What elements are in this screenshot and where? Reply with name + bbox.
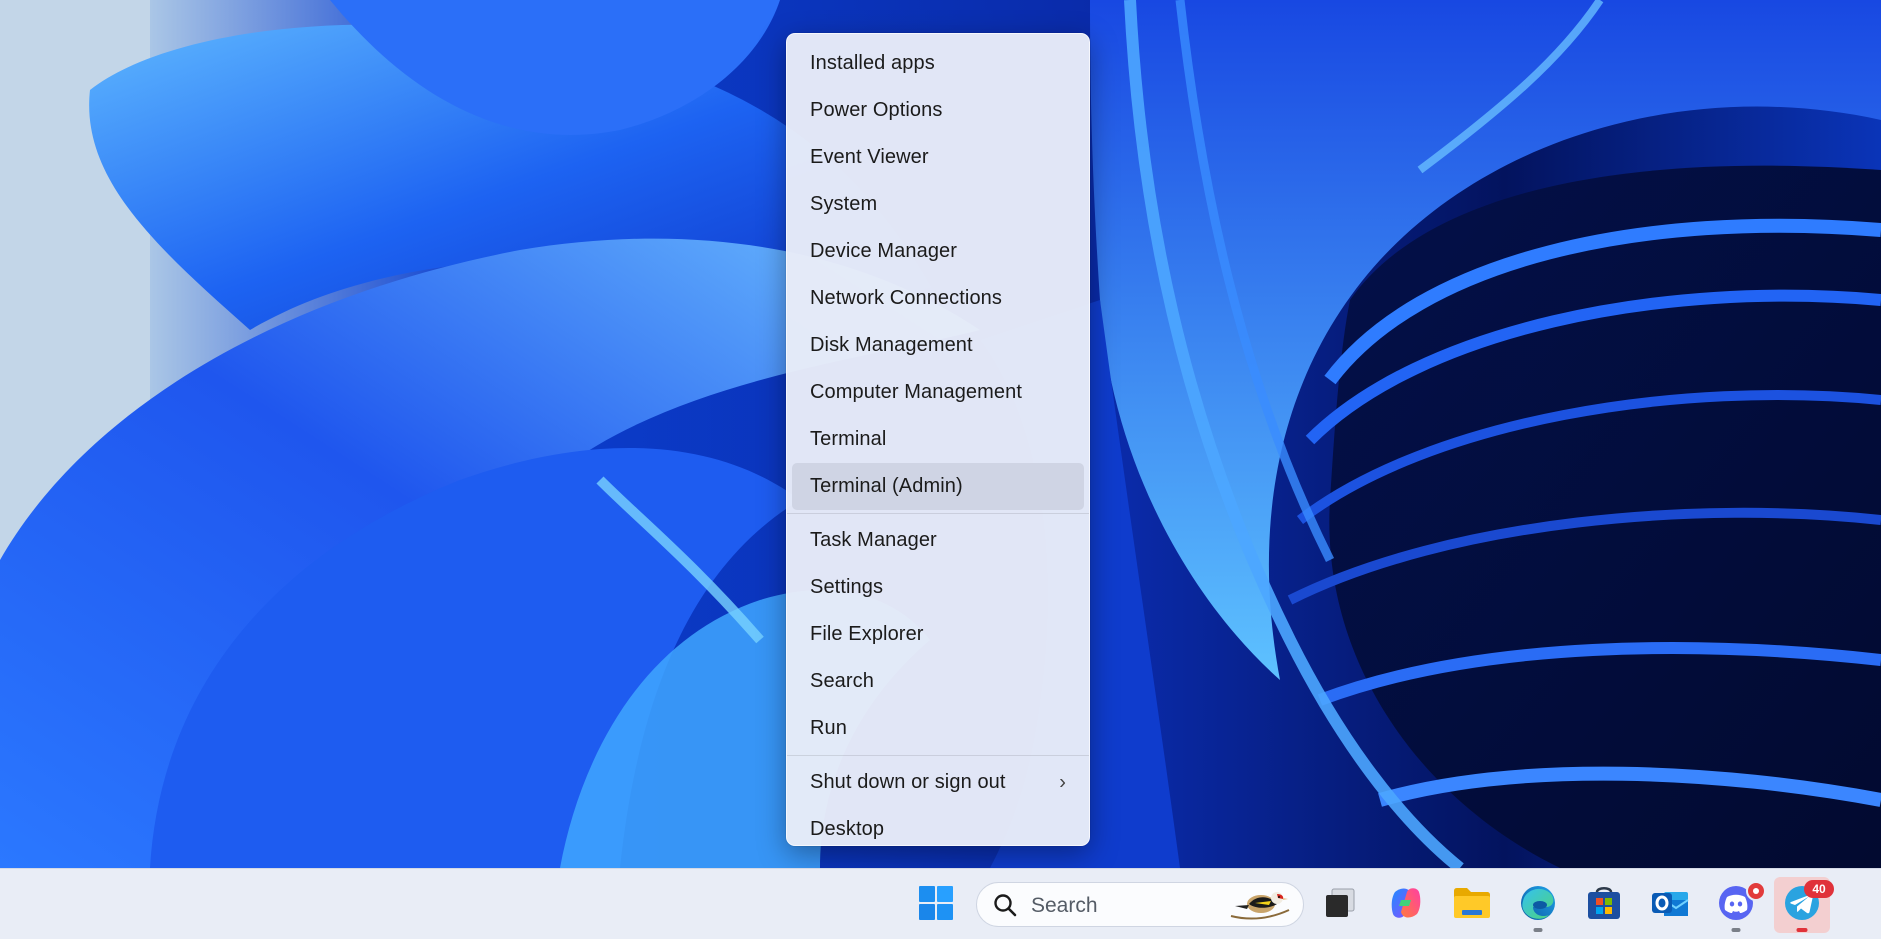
menu-item-label: Disk Management [810,334,973,356]
store-icon [1585,884,1623,927]
menu-item-device-manager[interactable]: Device Manager [792,228,1084,275]
menu-item-label: System [810,193,878,215]
menu-item-label: Installed apps [810,52,935,74]
menu-item-desktop[interactable]: Desktop [792,806,1084,853]
menu-item-label: Run [810,717,847,739]
menu-item-task-manager[interactable]: Task Manager [792,517,1084,564]
search-placeholder: Search [1031,894,1098,917]
menu-item-terminal[interactable]: Terminal [792,416,1084,463]
running-indicator [1731,928,1741,932]
start-button[interactable] [908,877,964,933]
chevron-right-icon: › [1059,771,1066,793]
running-indicator [1533,928,1543,932]
menu-item-event-viewer[interactable]: Event Viewer [792,134,1084,181]
menu-item-network-connections[interactable]: Network Connections [792,275,1084,322]
folder-icon [1452,885,1492,926]
menu-item-settings[interactable]: Settings [792,564,1084,611]
menu-item-label: Settings [810,576,884,598]
task-view-button[interactable] [1312,877,1368,933]
copilot-button[interactable] [1378,877,1434,933]
store-button[interactable] [1576,877,1632,933]
menu-item-shut-down-or-sign-out[interactable]: Shut down or sign out › [792,759,1084,806]
menu-item-label: Desktop [810,818,885,840]
task-view-icon [1322,885,1358,926]
edge-button[interactable] [1510,877,1566,933]
menu-item-label: Power Options [810,99,943,121]
menu-item-label: Device Manager [810,240,958,262]
search-icon [993,893,1017,922]
menu-item-label: Search [810,670,874,692]
menu-item-computer-management[interactable]: Computer Management [792,369,1084,416]
edge-icon [1519,884,1557,927]
menu-item-disk-management[interactable]: Disk Management [792,322,1084,369]
menu-item-file-explorer[interactable]: File Explorer [792,611,1084,658]
notification-badge [1746,881,1766,901]
menu-item-label: Terminal [810,428,887,450]
copilot-icon [1387,884,1425,927]
running-indicator [1796,928,1808,932]
outlook-button[interactable] [1642,877,1698,933]
menu-item-label: Shut down or sign out [810,771,1006,793]
winx-context-menu: Installed apps Power Options Event Viewer S… [786,33,1090,846]
menu-item-label: Event Viewer [810,146,929,168]
menu-item-label: File Explorer [810,623,924,645]
discord-button[interactable] [1708,877,1766,933]
taskbar-search-box[interactable]: Search [976,882,1304,927]
menu-item-label: Computer Management [810,381,1023,403]
menu-separator [787,513,1089,514]
menu-item-label: Task Manager [810,529,937,551]
telegram-button[interactable]: 40 [1774,877,1834,933]
unread-count-badge: 40 [1804,880,1834,898]
menu-item-system[interactable]: System [792,181,1084,228]
menu-item-label: Terminal (Admin) [810,475,963,497]
menu-separator [787,755,1089,756]
file-explorer-button[interactable] [1444,877,1500,933]
goldfinch-bird-icon [1227,886,1291,929]
windows-logo-icon [918,885,954,926]
menu-item-search[interactable]: Search [792,658,1084,705]
menu-item-label: Network Connections [810,287,1002,309]
menu-item-installed-apps[interactable]: Installed apps [792,40,1084,87]
outlook-icon [1650,884,1690,927]
taskbar: Search 40 [0,868,1881,939]
menu-item-terminal-admin[interactable]: Terminal (Admin) [792,463,1084,510]
menu-item-power-options[interactable]: Power Options [792,87,1084,134]
menu-item-run[interactable]: Run [792,705,1084,752]
